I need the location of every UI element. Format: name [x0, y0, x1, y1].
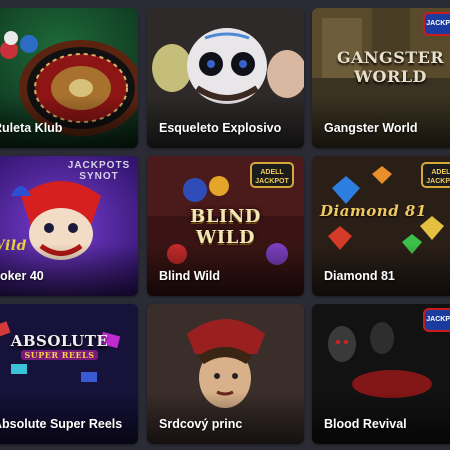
jackpots-synot-badge: JACKPOTS SYNOT [67, 160, 131, 182]
game-title: Gangster World [324, 121, 418, 135]
game-tile-srdcovy-princ[interactable]: Srdcový princ [147, 304, 304, 444]
game-title: Esqueleto Explosivo [159, 121, 282, 135]
game-logo-text: BLIND WILD [190, 206, 261, 248]
game-title: Diamond 81 [324, 269, 395, 283]
game-logo-subtext: SUPER REELS [21, 350, 98, 360]
game-title: Blood Revival [324, 417, 407, 431]
game-title: Ruleta Klub [0, 121, 63, 135]
game-tile-gangster-world[interactable]: GANGSTER WORLD JACKPOT Gangster World [312, 8, 450, 148]
game-title: Srdcový princ [159, 417, 243, 431]
jackpot-badge: JACKPOT [423, 12, 450, 36]
game-grid: Ruleta Klub Esqueleto Explosivo [0, 0, 450, 450]
game-tile-diamond-81[interactable]: ADELL JACKPOT Diamond 81 Diamond 81 [312, 156, 450, 296]
jackpot-badge: JACKPOT [423, 308, 450, 332]
adell-jackpot-badge: ADELL JACKPOT [421, 162, 450, 188]
game-logo-text: GANGSTER WORLD [336, 48, 445, 86]
game-title: Absolute Super Reels [0, 417, 123, 431]
game-title: Blind Wild [159, 269, 220, 283]
game-tile-esqueleto-explosivo[interactable]: Esqueleto Explosivo [147, 8, 304, 148]
game-title: Joker 40 [0, 269, 44, 283]
game-tile-joker-40[interactable]: JACKPOTS SYNOT Wild Joker 40 [0, 156, 138, 296]
game-tile-blood-revival[interactable]: JACKPOT Blood Revival [312, 304, 450, 444]
game-tile-absolute-super-reels[interactable]: ABSOLUTE SUPER REELS Absolute Super Reel… [0, 304, 138, 444]
game-logo-text: ABSOLUTE [10, 332, 109, 350]
game-tile-ruleta-klub[interactable]: Ruleta Klub [0, 8, 138, 148]
game-logo-text: Diamond 81 [320, 202, 427, 220]
game-tile-blind-wild[interactable]: ADELL JACKPOT BLIND WILD Blind Wild [147, 156, 304, 296]
adell-jackpot-badge: ADELL JACKPOT [250, 162, 294, 188]
